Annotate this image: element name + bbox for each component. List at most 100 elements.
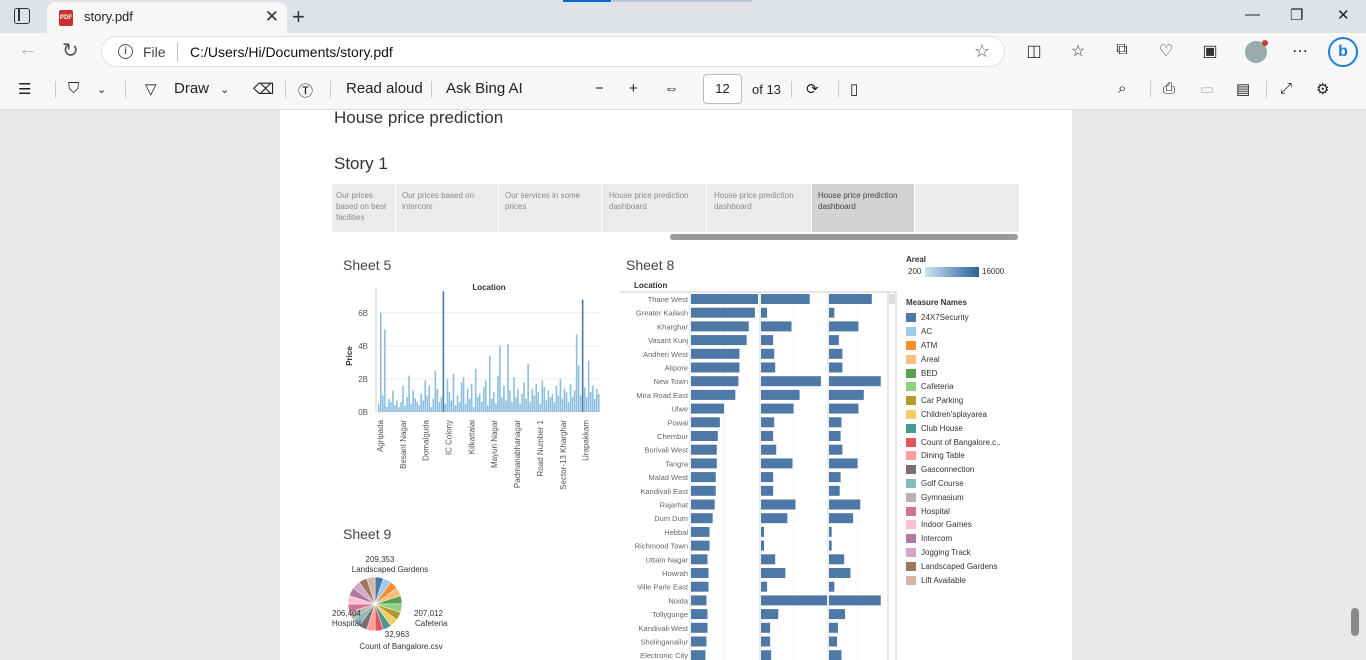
print-icon[interactable]: ⎙ (1163, 80, 1175, 97)
sheet5-y-tick-label: 6B (358, 309, 368, 318)
sheet8-bar (691, 444, 717, 455)
sheet5-x-tick-label: Besant Nagar (399, 420, 408, 469)
sheet8-bar (761, 431, 774, 441)
sheet5-bar (380, 312, 382, 412)
browser-essentials-icon[interactable]: ♡ (1156, 41, 1176, 61)
sheet8-bar (691, 417, 720, 428)
story-point[interactable]: Our services in some prices (500, 184, 602, 232)
read-aloud-button[interactable]: Read aloud (346, 80, 423, 97)
toolbar-divider (838, 81, 839, 98)
sheet8-bar (829, 513, 854, 524)
save-as-icon[interactable]: ▤ (1236, 80, 1250, 98)
story-point[interactable]: Our prices based on intercom (397, 184, 499, 232)
legend-item-label: Hospital (921, 506, 950, 516)
sheet5-bar (474, 369, 477, 412)
legend-item-label: Indoor Games (921, 520, 972, 530)
extensions-icon[interactable]: ▣ (1200, 41, 1220, 61)
draw-dropdown-icon[interactable]: ⌄ (220, 83, 229, 96)
legend-swatch (906, 547, 916, 557)
highlight-icon[interactable]: ⛉ (68, 80, 79, 97)
sheet8-bar (829, 362, 843, 373)
sheet8-title: Sheet 8 (626, 257, 675, 273)
split-screen-icon[interactable]: ◫ (1024, 41, 1044, 61)
highlight-dropdown-icon[interactable]: ⌄ (97, 83, 106, 96)
sheet5-bar (400, 402, 402, 412)
toolbar-divider (330, 81, 331, 98)
add-text-icon[interactable]: Ⓣ (298, 80, 313, 101)
page-number-input[interactable]: 12 (703, 74, 742, 104)
sheet8-bar (761, 389, 800, 400)
sheet5-bar (430, 407, 433, 412)
more-options-icon[interactable]: ⋯ (1290, 41, 1310, 61)
story-point[interactable]: Our prices based on best facilities (332, 184, 396, 232)
story-point[interactable]: House price prediction dashboard (708, 184, 812, 232)
sheet5-bar (595, 388, 598, 412)
sheet5-x-tick-label: Padmanabhanagar (513, 420, 522, 488)
sheet5-bar (472, 407, 475, 412)
restore-icon[interactable]: ❐ (1290, 6, 1303, 24)
sheet8-bar (761, 499, 796, 510)
info-icon[interactable]: i (118, 44, 133, 59)
close-window-icon[interactable]: ✕ (1337, 6, 1350, 24)
ask-bing-button[interactable]: Ask Bing AI (446, 80, 523, 97)
sheet8-bar (691, 431, 718, 441)
sheet8-row-label: Uttam Nagar (645, 555, 688, 564)
sheet8-bar (829, 444, 843, 455)
zoom-out-icon[interactable]: − (595, 80, 604, 97)
story-point-active[interactable]: House price prediction dashboard (812, 184, 915, 232)
sheet5-bar (503, 385, 505, 412)
fit-to-width-icon[interactable]: ⇔ (664, 80, 679, 97)
sheet5-bar (525, 398, 527, 412)
measure-names-title: Measure Names (906, 298, 967, 307)
draw-icon[interactable]: ▽ (145, 80, 157, 98)
story-scrollbar[interactable] (670, 234, 1018, 240)
settings-gear-icon[interactable]: ⚙ (1316, 80, 1329, 98)
sheet8-bar (691, 636, 707, 647)
save-icon[interactable]: ▭ (1200, 80, 1214, 98)
story-point[interactable]: House price prediction dashboard (603, 184, 707, 232)
sheet8-row-label: Alipore (665, 364, 688, 373)
sheet8-bar (829, 595, 881, 606)
viewer-scrollbar-thumb[interactable] (1351, 608, 1359, 636)
browser-tab[interactable]: PDF story.pdf ✕ (47, 2, 287, 33)
tab-actions-icon[interactable] (14, 8, 30, 24)
sheet8-row-label: Electronic City (640, 651, 688, 660)
sheet8-bar (761, 595, 827, 606)
legend-item-label: Car Parking (921, 396, 964, 406)
sheet8-bar (691, 595, 707, 606)
legend-item: 24X7Security (906, 311, 1001, 325)
contents-icon[interactable]: ☰ (18, 80, 31, 98)
erase-icon[interactable]: ⌫ (253, 80, 274, 98)
refresh-icon[interactable]: ↻ (62, 38, 79, 63)
new-tab-icon[interactable]: + (292, 4, 305, 30)
sheet5-bar (444, 403, 447, 412)
sheet5-bar (587, 360, 590, 412)
url-field[interactable]: i File C:/Users/Hi/Documents/story.pdf ☆ (101, 36, 1005, 67)
back-icon[interactable]: ← (18, 38, 38, 61)
toolbar-divider (55, 81, 56, 98)
search-icon[interactable]: ⌕ (1118, 80, 1126, 97)
close-tab-icon[interactable]: ✕ (265, 7, 279, 27)
sheet5-bar (565, 392, 568, 412)
sheet5-title: Sheet 5 (343, 257, 392, 273)
favorites-icon[interactable]: ☆ (1068, 41, 1088, 61)
bing-copilot-icon[interactable]: b (1328, 37, 1358, 67)
minimize-icon[interactable]: — (1245, 6, 1260, 23)
rotate-icon[interactable]: ⟳ (806, 80, 819, 98)
favorite-star-icon[interactable]: ☆ (974, 41, 990, 62)
sheet8-bar (761, 348, 775, 359)
sheet8-row-label: Ulwe (671, 405, 688, 414)
sheet8-row-label: New Town (654, 377, 688, 386)
sheet8-row-label: Noida (668, 596, 688, 605)
fullscreen-icon[interactable]: ⤢ (1280, 80, 1292, 97)
legend-item-label: Gymnasium (921, 492, 964, 502)
zoom-in-icon[interactable]: + (629, 80, 638, 97)
page-view-icon[interactable]: ▯ (850, 80, 858, 98)
draw-button[interactable]: Draw (174, 80, 209, 97)
sheet8-bar (691, 321, 749, 332)
sheet8-bar (691, 485, 716, 496)
collections-icon[interactable]: ⧉ (1112, 41, 1132, 61)
legend-item-label: Areal (921, 354, 940, 364)
legend-item: Jogging Track (906, 546, 1001, 560)
url-text[interactable]: C:/Users/Hi/Documents/story.pdf (190, 44, 393, 60)
